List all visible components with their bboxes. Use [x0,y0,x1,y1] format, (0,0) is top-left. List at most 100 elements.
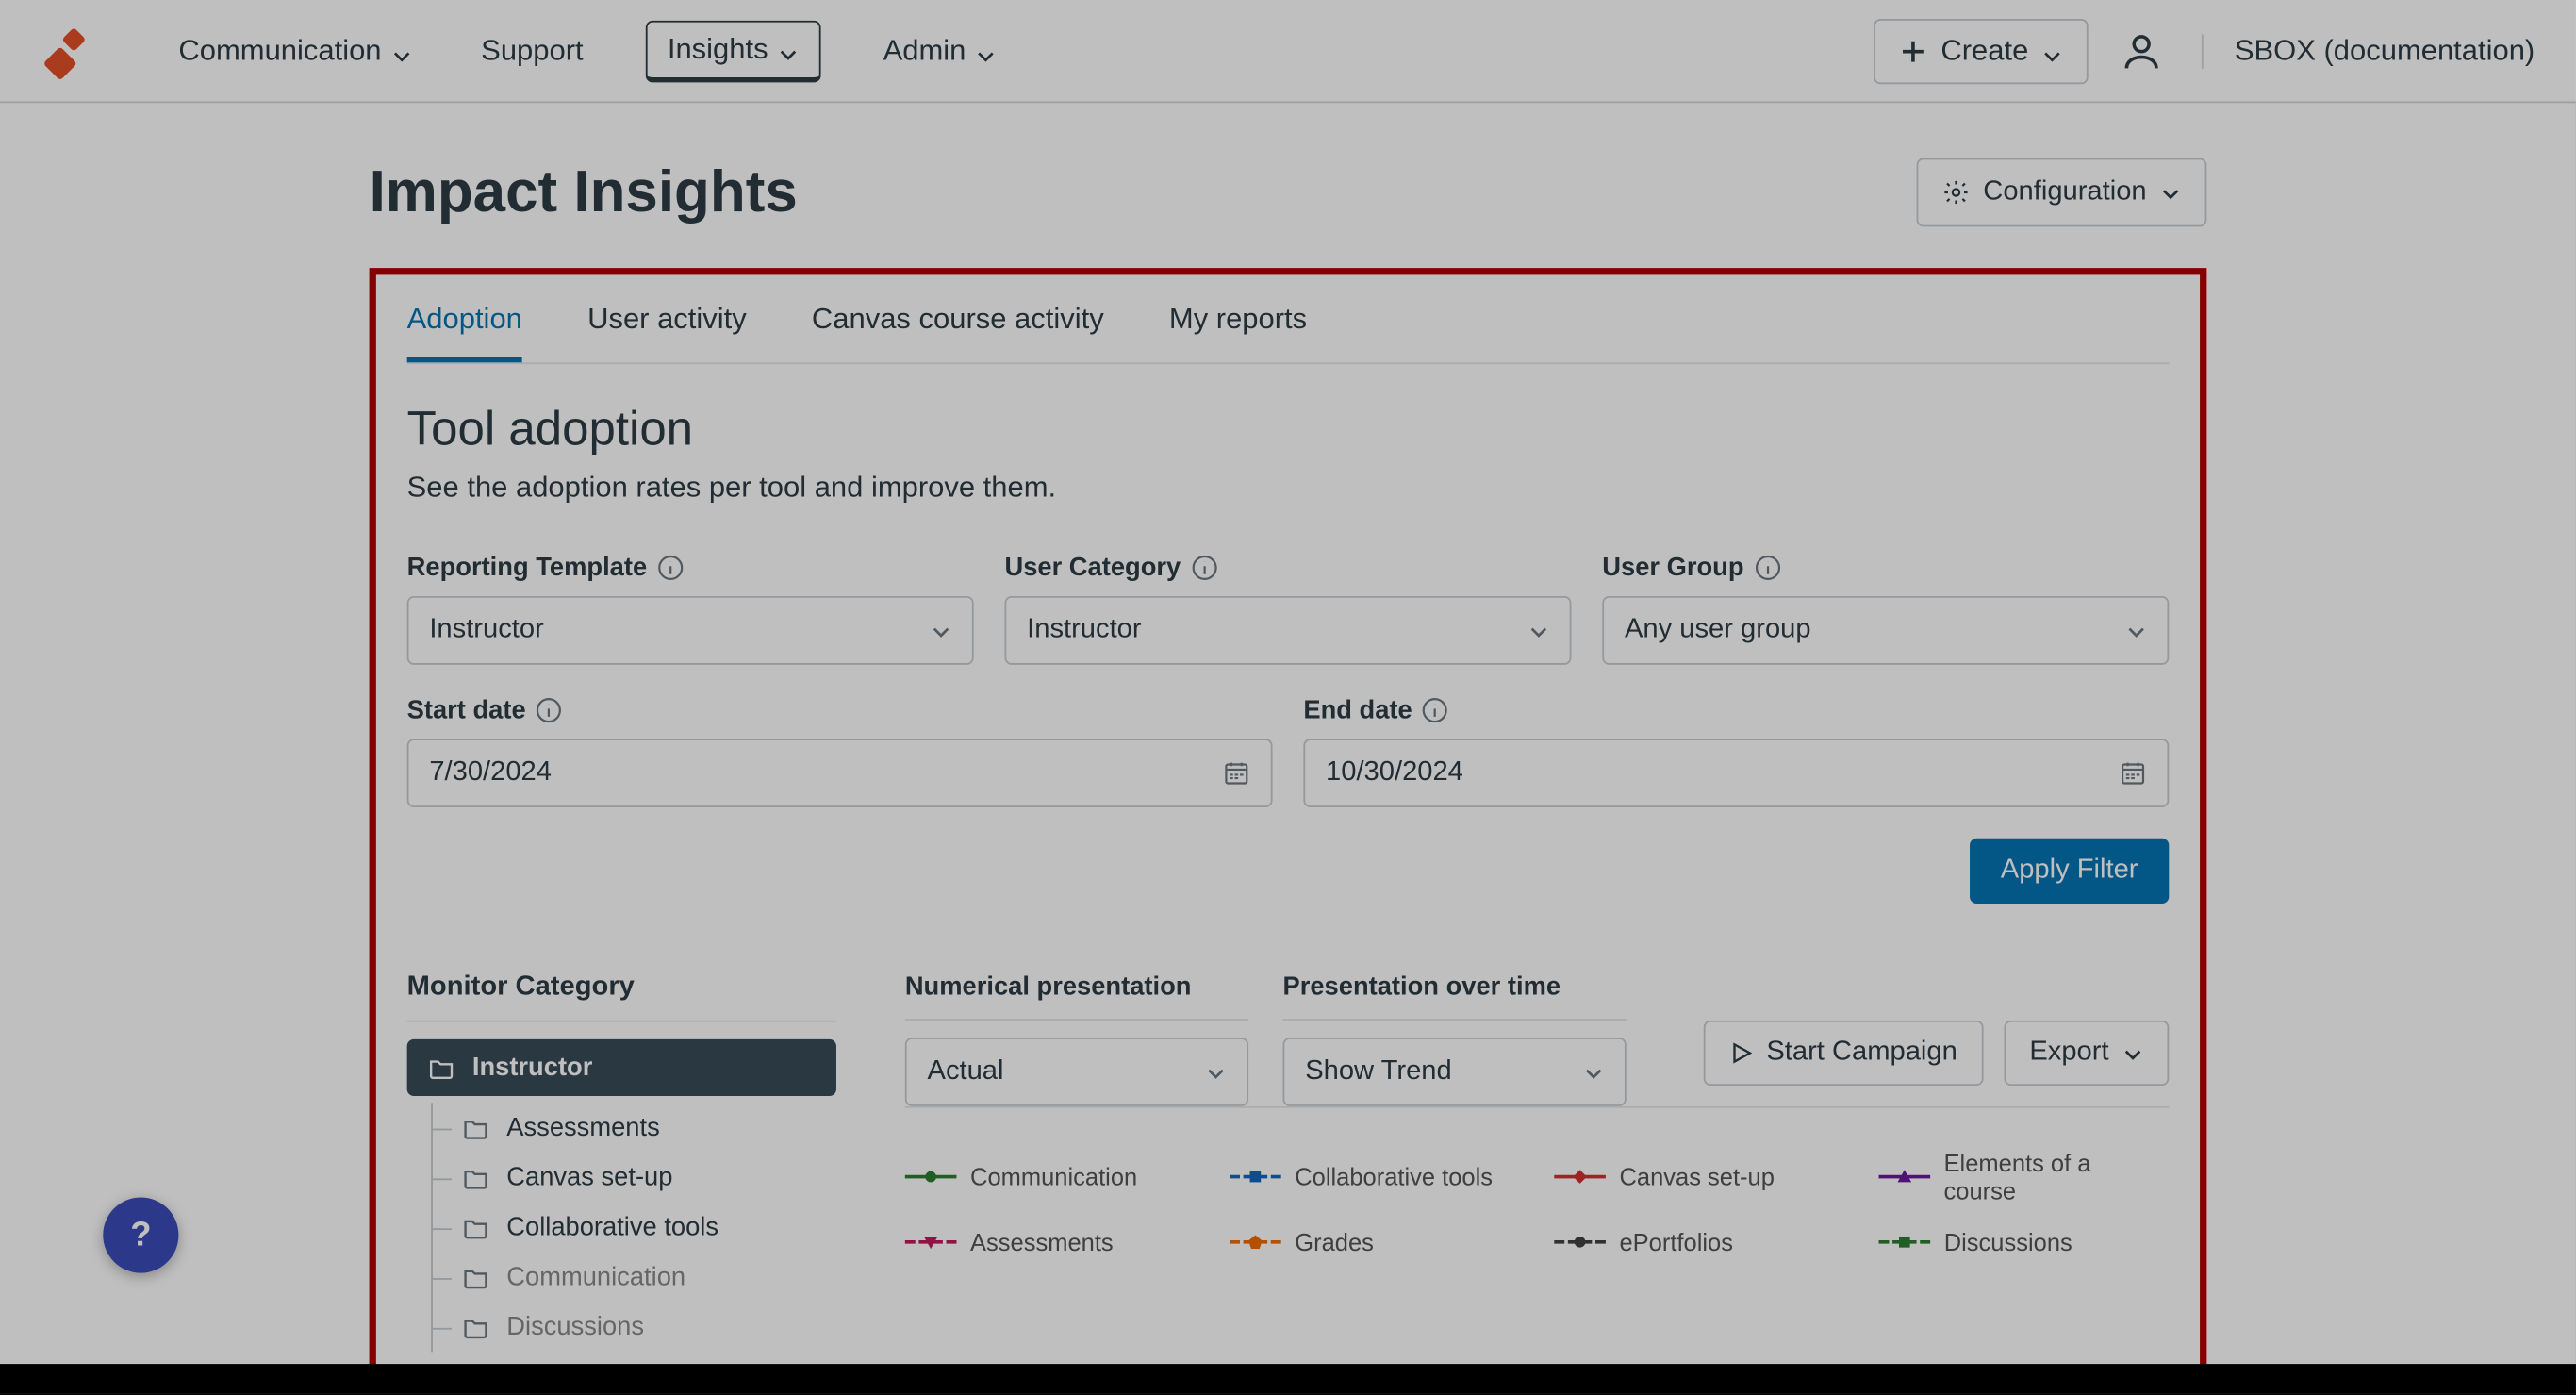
play-icon [1728,1041,1752,1065]
legend-item[interactable]: Discussions [1879,1228,2170,1255]
legend-item[interactable]: Grades [1230,1228,1520,1255]
tab-canvas-course-activity[interactable]: Canvas course activity [812,303,1104,363]
chevron-down-icon [2160,182,2181,203]
monitor-category-title: Monitor Category [407,972,836,1022]
start-date-label: Start date [407,696,1273,725]
legend-marker [905,1234,957,1251]
help-fab[interactable]: ? [103,1197,178,1272]
chevron-down-icon [2122,1043,2143,1064]
chevron-down-icon [2126,620,2147,640]
legend-label: Elements of a course [1944,1149,2170,1204]
legend-item[interactable]: Canvas set-up [1554,1149,1844,1204]
legend-item[interactable]: Collaborative tools [1230,1149,1520,1204]
legend-label: Canvas set-up [1619,1163,1774,1190]
nav-label: Support [481,34,583,68]
legend-item[interactable]: Communication [905,1149,1196,1204]
page-title: Impact Insights [370,158,798,225]
chevron-down-icon [2042,41,2063,61]
nav-label: Insights [668,32,768,66]
folder-icon [462,1164,489,1191]
info-icon[interactable] [1754,555,1779,580]
legend-label: Communication [970,1163,1137,1190]
nav-support[interactable]: Support [474,24,590,78]
select-value: Show Trend [1305,1056,1452,1088]
button-label: Start Campaign [1766,1038,1957,1069]
date-value: 7/30/2024 [429,757,552,789]
tree-item[interactable]: Canvas set-up [407,1153,836,1203]
tab-user-activity[interactable]: User activity [587,303,747,363]
gear-icon [1942,178,1970,206]
legend-label: ePortfolios [1619,1228,1732,1255]
tree-item[interactable]: Discussions [407,1303,836,1353]
select-value: Actual [928,1056,1004,1088]
numerical-presentation-label: Numerical presentation [905,972,1248,1021]
legend-label: Discussions [1944,1228,2072,1255]
nav-label: Admin [883,34,966,68]
legend-marker [905,1168,957,1185]
numerical-presentation-select[interactable]: Actual [905,1038,1248,1106]
legend-item[interactable]: Assessments [905,1228,1196,1255]
legend-marker [1554,1168,1606,1185]
tab-my-reports[interactable]: My reports [1169,303,1307,363]
chevron-down-icon [931,620,951,640]
presentation-over-time-select[interactable]: Show Trend [1283,1038,1627,1106]
folder-icon [462,1214,489,1241]
user-category-select[interactable]: Instructor [1004,596,1571,665]
insights-panel: Adoption User activity Canvas course act… [370,268,2207,1389]
user-category-label: User Category [1004,553,1571,582]
tab-adoption[interactable]: Adoption [407,303,522,363]
info-icon[interactable] [1191,555,1216,580]
folder-icon [462,1313,489,1340]
legend-label: Grades [1295,1228,1374,1255]
legend-item[interactable]: ePortfolios [1554,1228,1844,1255]
chevron-down-icon [1528,620,1549,640]
legend-marker [1879,1234,1931,1251]
select-value: Instructor [429,615,543,646]
start-campaign-button[interactable]: Start Campaign [1703,1021,1983,1086]
user-group-label: User Group [1602,553,2169,582]
calendar-icon [1223,759,1250,787]
create-label: Create [1940,34,2028,68]
top-nav: Communication Support Insights Admin Cre… [0,0,2576,103]
tree-item-label: Collaborative tools [506,1213,718,1242]
create-button[interactable]: Create [1874,18,2089,83]
tree-root-instructor[interactable]: Instructor [407,1039,836,1096]
legend-marker [1554,1234,1606,1251]
start-date-input[interactable]: 7/30/2024 [407,739,1273,807]
section-title: Tool adoption [407,402,2170,457]
chevron-down-icon [391,41,412,61]
legend-item[interactable]: Elements of a course [1879,1149,2170,1204]
user-group-select[interactable]: Any user group [1602,596,2169,665]
folder-icon [428,1054,455,1081]
nav-communication[interactable]: Communication [172,24,419,78]
nav-label: Communication [178,34,381,68]
end-date-input[interactable]: 10/30/2024 [1303,739,2169,807]
tree-item[interactable]: Collaborative tools [407,1203,836,1253]
chevron-down-icon [1206,1062,1227,1083]
info-icon[interactable] [537,697,562,722]
nav-menu: Communication Support Insights Admin [172,20,1003,82]
tree-root-label: Instructor [472,1053,593,1082]
configuration-button[interactable]: Configuration [1916,158,2206,227]
end-date-label: End date [1303,696,2169,725]
info-icon[interactable] [657,555,683,580]
chevron-down-icon [976,41,997,61]
legend-marker [1230,1234,1281,1251]
info-icon[interactable] [1423,697,1448,722]
tree-item-label: Canvas set-up [506,1163,672,1192]
topbar-right: Create SBOX (documentation) [1874,18,2535,83]
reporting-template-select[interactable]: Instructor [407,596,974,665]
reporting-template-label: Reporting Template [407,553,974,582]
page-header: Impact Insights Configuration [370,158,2207,227]
legend-marker [1230,1168,1281,1185]
user-icon[interactable] [2120,28,2164,73]
select-value: Any user group [1625,615,1811,646]
export-button[interactable]: Export [2004,1021,2169,1086]
tenant-label: SBOX (documentation) [2202,34,2535,68]
tree-item-label: Communication [506,1263,685,1292]
tree-item[interactable]: Assessments [407,1103,836,1153]
nav-admin[interactable]: Admin [876,24,1003,78]
apply-filter-button[interactable]: Apply Filter [1970,839,2169,904]
nav-insights[interactable]: Insights [645,20,821,82]
tree-item[interactable]: Communication [407,1253,836,1303]
